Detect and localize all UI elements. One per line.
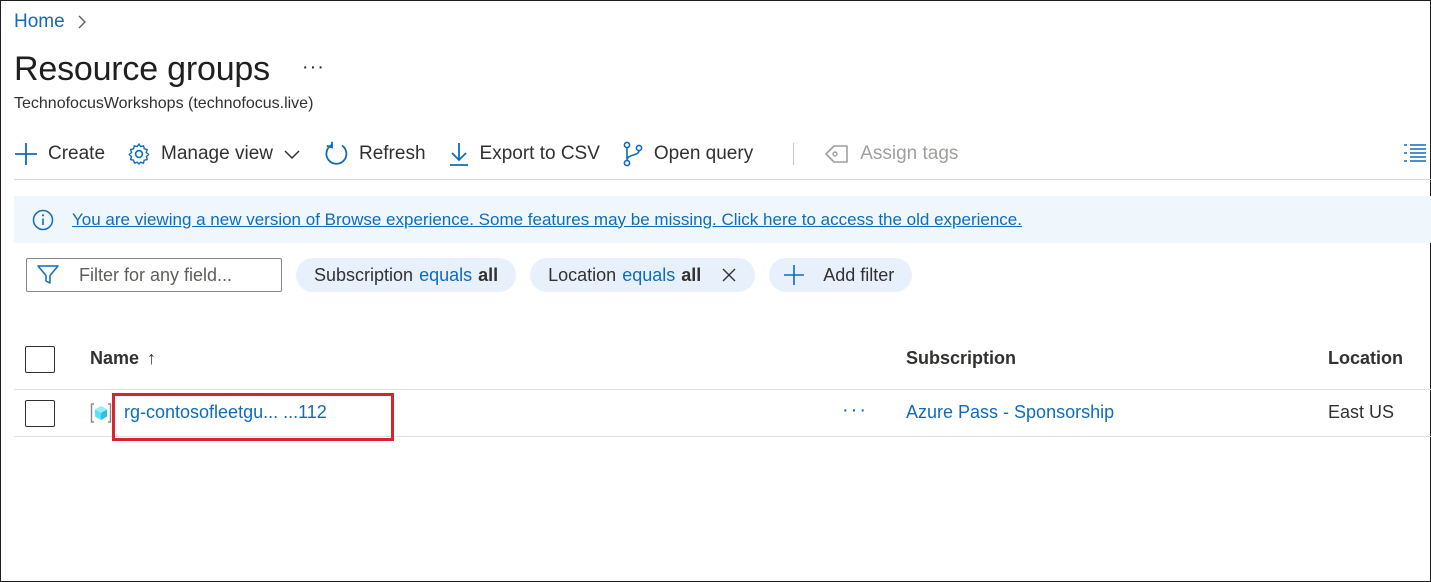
assign-tags-button[interactable]: Assign tags <box>824 143 958 165</box>
sort-ascending-icon: ↑ <box>147 348 157 368</box>
command-bar: Create Manage view Refresh Export to CSV <box>14 136 1431 172</box>
location-filter-field: Location <box>548 264 617 285</box>
column-header-subscription[interactable]: Subscription <box>906 348 1016 369</box>
page-subtitle: TechnofocusWorkshops (technofocus.live) <box>14 95 314 112</box>
refresh-button[interactable]: Refresh <box>323 141 426 167</box>
create-label: Create <box>48 143 106 164</box>
resource-group-icon <box>90 403 112 423</box>
location-filter-operator: equals <box>622 264 676 285</box>
manage-view-button[interactable]: Manage view <box>127 142 301 166</box>
open-query-label: Open query <box>653 143 754 164</box>
tag-icon <box>825 145 849 163</box>
refresh-label: Refresh <box>358 143 426 164</box>
plus-icon <box>15 143 37 165</box>
open-query-button[interactable]: Open query <box>622 141 753 167</box>
subscription-filter-operator: equals <box>419 264 473 285</box>
location-filter-value: all <box>681 264 702 285</box>
manage-view-label: Manage view <box>161 143 273 164</box>
export-csv-button[interactable]: Export to CSV <box>448 141 600 167</box>
subscription-filter-field: Subscription <box>314 264 414 285</box>
old-experience-link[interactable]: You are viewing a new version of Browse … <box>72 210 1022 230</box>
breadcrumb: Home <box>14 11 89 33</box>
subscription-link[interactable]: Azure Pass - Sponsorship <box>906 402 1114 423</box>
close-icon[interactable] <box>721 267 737 283</box>
select-all-checkbox[interactable] <box>25 346 55 373</box>
gear-icon <box>128 143 150 165</box>
list-view-button[interactable] <box>1403 142 1427 169</box>
info-banner: You are viewing a new version of Browse … <box>14 196 1431 243</box>
subscription-filter-value: all <box>478 264 499 285</box>
highlight-annotation <box>112 393 394 441</box>
column-header-name[interactable]: Name ↑ <box>90 348 156 369</box>
page-title: Resource groups <box>14 50 270 88</box>
list-view-icon <box>1404 144 1426 162</box>
title-row: Resource groups ··· <box>14 50 325 89</box>
funnel-icon <box>37 265 59 284</box>
add-filter-button[interactable]: Add filter <box>769 258 913 292</box>
create-button[interactable]: Create <box>14 142 105 166</box>
filter-row: Subscription equals all Location equals … <box>26 258 913 292</box>
breadcrumb-home-link[interactable]: Home <box>14 11 65 33</box>
location-cell: East US <box>1328 402 1395 422</box>
title-more-button[interactable]: ··· <box>302 56 325 79</box>
plus-icon <box>784 265 805 285</box>
filter-input[interactable] <box>79 264 279 286</box>
chevron-right-icon <box>78 15 86 29</box>
row-checkbox[interactable] <box>25 400 55 427</box>
refresh-icon <box>325 141 348 165</box>
toolbar-divider <box>14 179 1431 180</box>
download-icon <box>449 143 468 166</box>
subscription-filter-pill[interactable]: Subscription equals all <box>296 258 517 292</box>
table-header: Name ↑ Subscription Location <box>14 338 1431 390</box>
column-name-label: Name <box>90 348 140 368</box>
table-row: rg-contosofleetgu... ...112 ··· Azure Pa… <box>14 390 1431 441</box>
column-header-location[interactable]: Location <box>1328 348 1403 369</box>
branch-icon <box>623 141 643 167</box>
export-csv-label: Export to CSV <box>479 143 600 164</box>
toolbar-separator <box>793 143 795 165</box>
add-filter-label: Add filter <box>823 264 895 285</box>
row-more-button[interactable]: ··· <box>842 399 868 422</box>
filter-box[interactable] <box>26 258 282 292</box>
info-icon <box>32 209 54 230</box>
assign-tags-label: Assign tags <box>860 143 959 164</box>
chevron-down-icon <box>284 150 300 160</box>
location-filter-pill[interactable]: Location equals all <box>530 258 756 292</box>
